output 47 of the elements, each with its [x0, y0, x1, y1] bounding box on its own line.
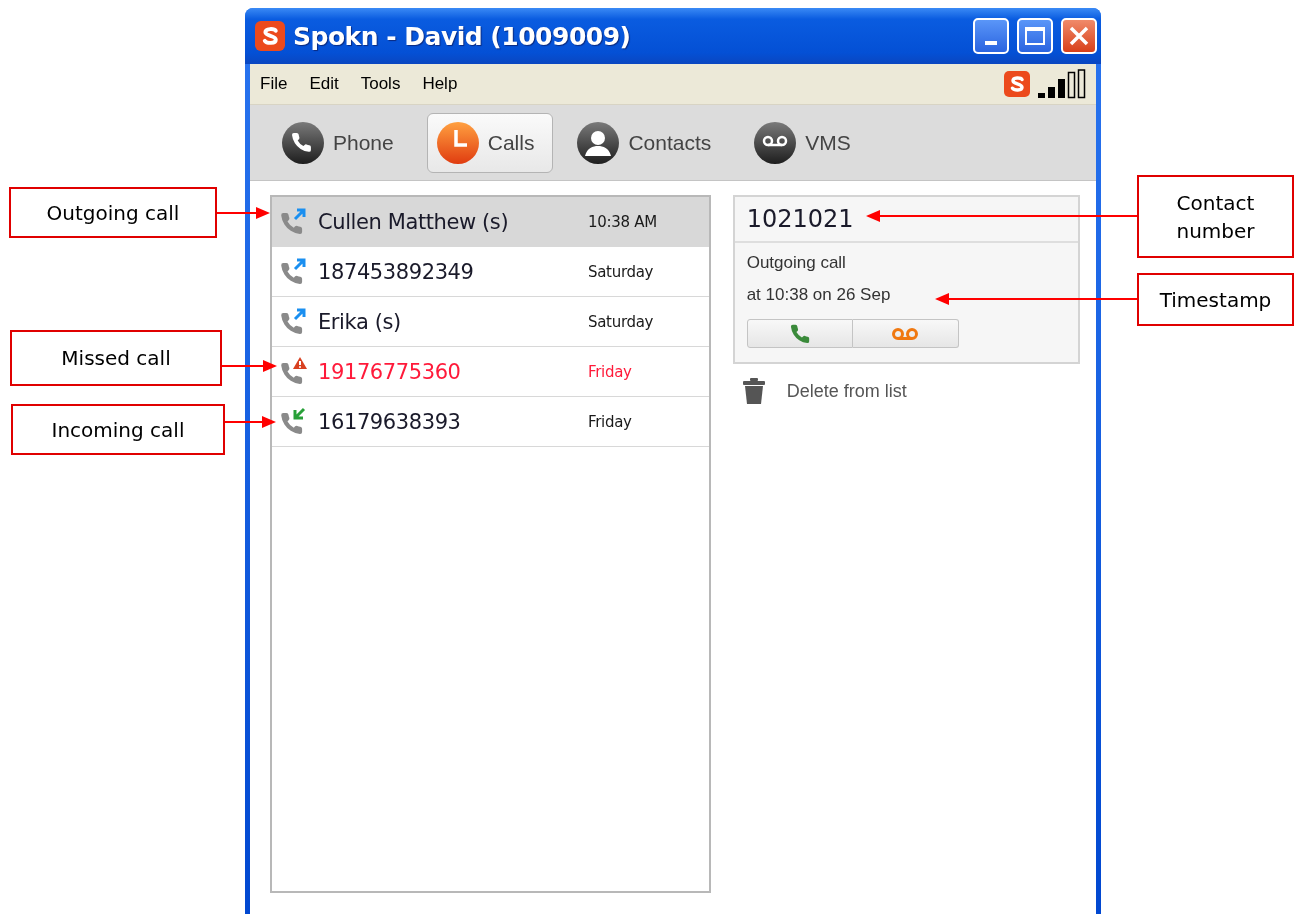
clock-icon — [435, 120, 480, 165]
close-icon — [1068, 25, 1090, 47]
call-time: Saturday — [588, 262, 654, 281]
window-title: Spokn - David (1009009) — [293, 21, 632, 51]
logo-icon — [1004, 71, 1030, 97]
phone-icon — [281, 120, 325, 165]
voicemail-button[interactable] — [852, 319, 959, 348]
callout-label: Contact number — [1137, 175, 1294, 258]
tab[interactable]: VMS — [744, 112, 870, 173]
call-name: Erika (s) — [318, 309, 402, 334]
delete-from-list-link[interactable]: Delete from list — [786, 380, 907, 402]
person-icon — [576, 120, 621, 165]
signal-icon — [1036, 69, 1086, 99]
call-name: Cullen Matthew (s) — [318, 209, 510, 234]
call-row[interactable]: Cullen Matthew (s) 10:38 AM — [272, 197, 709, 247]
trash-icon[interactable] — [742, 378, 765, 404]
call-name: 16179638393 — [318, 409, 462, 434]
callout-arrow — [222, 359, 277, 373]
voicemail-icon — [753, 120, 798, 165]
contact-number: 1021021 — [746, 205, 854, 233]
call-name: 187453892349 — [318, 259, 475, 284]
call-timestamp: at 10:38 on 26 Sep — [746, 285, 891, 305]
call-type: Outgoing call — [746, 253, 846, 273]
call-button[interactable] — [746, 319, 853, 348]
tab[interactable]: Calls — [426, 112, 554, 173]
call-time: Friday — [588, 412, 632, 431]
minimize-button[interactable] — [973, 18, 1009, 54]
menu-item[interactable]: Tools — [360, 74, 401, 94]
call-time: Saturday — [588, 312, 654, 331]
maximize-button[interactable] — [1017, 18, 1053, 54]
callout-arrow — [217, 206, 270, 220]
callout-arrow — [225, 415, 276, 429]
callout-label: Timestamp — [1137, 273, 1294, 326]
callout-label: Outgoing call — [9, 187, 217, 238]
menu-item[interactable]: File — [260, 74, 288, 94]
menu-item[interactable]: Edit — [309, 74, 339, 94]
callout-label: Missed call — [10, 330, 222, 386]
tab[interactable]: Phone — [272, 112, 413, 173]
logo-icon — [255, 21, 285, 51]
voicemail-icon — [891, 325, 920, 342]
call-time: Friday — [588, 362, 632, 381]
call-name: 19176775360 — [318, 359, 462, 384]
menu-item[interactable]: Help — [422, 74, 458, 94]
callout-label: Incoming call — [11, 404, 225, 455]
call-time: 10:38 AM — [588, 212, 657, 231]
tab[interactable]: Contacts — [567, 112, 731, 173]
close-button[interactable] — [1061, 18, 1097, 54]
